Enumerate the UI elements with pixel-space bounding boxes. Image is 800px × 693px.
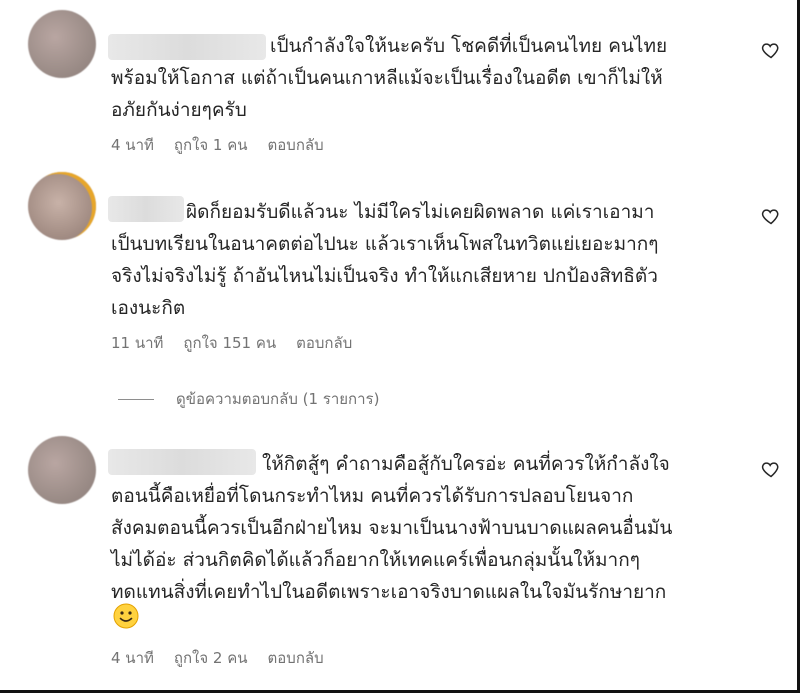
comment-text-continued: พร้อมให้โอกาส แต่ถ้าเป็นคนเกาหลีแม้จะเป็… [111, 67, 663, 121]
commenter-username-blurred[interactable] [108, 196, 184, 222]
comment-text: เป็นกำลังใจให้นะครับ โชคดีที่เป็นคนไทย ค… [270, 35, 668, 57]
slightly-smiling-face-icon [113, 603, 139, 629]
likes-count-link[interactable]: ถูกใจ 1 คน [174, 133, 248, 157]
view-replies-button[interactable]: ดูข้อความตอบกลับ (1 รายการ) [118, 387, 379, 411]
comment-text-continued: เป็นบทเรียนในอนาคตต่อไปนะ แล้วเราเห็นโพส… [111, 233, 659, 319]
comment-meta: 11 นาที ถูกใจ 151 คน ตอบกลับ [111, 331, 352, 355]
comment-time: 4 นาที [111, 136, 154, 154]
commenter-avatar[interactable] [28, 436, 96, 504]
likes-count-link[interactable]: ถูกใจ 2 คน [174, 646, 248, 670]
comment-time: 11 นาที [111, 334, 164, 352]
likes-count-link[interactable]: ถูกใจ 151 คน [183, 331, 276, 355]
heart-outline-icon[interactable] [761, 206, 781, 226]
reply-button[interactable]: ตอบกลับ [268, 646, 324, 670]
comment-text-continued: ตอนนี้คือเหยื่อที่โดนกระทำไหม คนที่ควรได… [111, 485, 673, 603]
commenter-avatar[interactable] [28, 172, 96, 240]
commenter-username-blurred[interactable] [108, 34, 266, 60]
view-replies-label: ดูข้อความตอบกลับ (1 รายการ) [176, 390, 380, 408]
comment-meta: 4 นาที ถูกใจ 2 คน ตอบกลับ [111, 646, 324, 670]
comment-meta: 4 นาที ถูกใจ 1 คน ตอบกลับ [111, 133, 324, 157]
comment-text: ผิดก็ยอมรับดีแล้วนะ ไม่มีใครไม่เคยผิดพลา… [186, 201, 655, 223]
heart-outline-icon[interactable] [761, 459, 781, 479]
comment-time: 4 นาที [111, 649, 154, 667]
heart-outline-icon[interactable] [761, 40, 781, 60]
reply-button[interactable]: ตอบกลับ [268, 133, 324, 157]
reply-button[interactable]: ตอบกลับ [296, 331, 352, 355]
comment-text: ให้กิตสู้ๆ คำถามคือสู้กับใครอ่ะ คนที่ควร… [262, 453, 670, 475]
commenter-avatar[interactable] [28, 10, 96, 78]
replies-divider-line [118, 398, 154, 400]
commenter-username-blurred[interactable] [108, 449, 256, 475]
